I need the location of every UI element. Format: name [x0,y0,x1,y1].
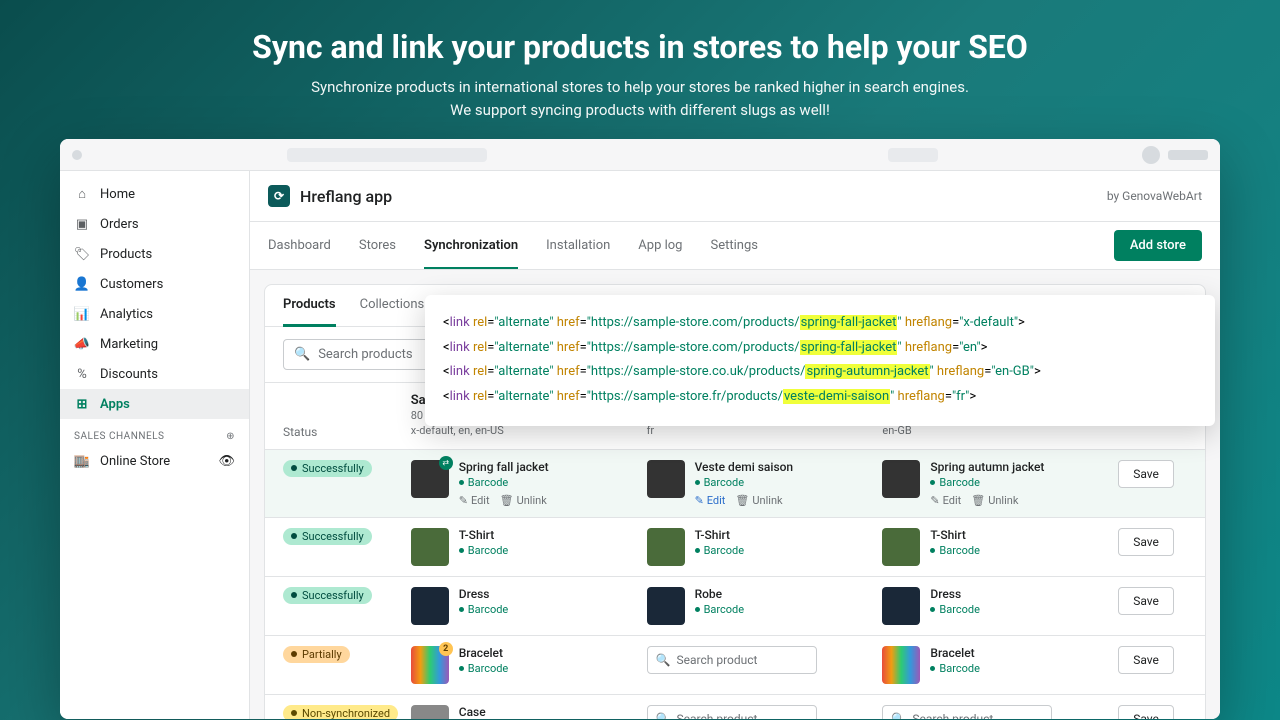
orders-icon: ▣ [74,216,90,232]
sidebar-item-home[interactable]: ⌂Home [60,179,249,209]
browser-window: ⌂Home ▣Orders 🏷Products 👤Customers 📊Anal… [60,139,1220,719]
tab-synchronization[interactable]: Synchronization [424,224,518,269]
search-icon: 🔍 [294,347,310,362]
save-button[interactable]: Save [1118,705,1174,719]
hero-line1: Synchronize products in international st… [0,76,1280,99]
sidebar-item-marketing[interactable]: 📣Marketing [60,329,249,359]
table-row: Partially 2BraceletBarcode 🔍Search produ… [265,635,1205,694]
status-badge: Successfully [283,460,372,477]
search-icon: 🔍 [656,712,671,719]
add-store-button[interactable]: Add store [1114,230,1202,261]
app-logo-icon: ⟳ [268,185,290,207]
unlink-button[interactable]: 🗑 Unlink [971,494,1018,507]
save-button[interactable]: Save [1118,460,1174,488]
search-icon: 🔍 [891,712,906,719]
sidebar-item-discounts[interactable]: %Discounts [60,359,249,389]
search-product-input[interactable]: 🔍Search product [647,705,817,719]
table-row: Successfully T-ShirtBarcode T-ShirtBarco… [265,517,1205,576]
subtab-products[interactable]: Products [283,285,336,327]
code-snippet-overlay: <link rel="alternate" href="https://samp… [425,295,1215,426]
placeholder [888,148,938,162]
tab-dashboard[interactable]: Dashboard [268,224,331,267]
main-content: ⟳ Hreflang app by GenovaWebArt Dashboard… [250,171,1220,719]
status-badge: Successfully [283,587,372,604]
sidebar-item-products[interactable]: 🏷Products [60,239,249,269]
megaphone-icon: 📣 [74,336,90,352]
sidebar-item-apps[interactable]: ⊞Apps [60,389,249,419]
product-thumb: ⇄ [411,460,449,498]
store-icon: 🏬 [74,453,90,469]
table-row: Successfully ⇄Spring fall jacketBarcode✎… [265,449,1205,517]
hero-line2: We support syncing products with differe… [0,99,1280,122]
product-thumb [647,460,685,498]
tab-applog[interactable]: App log [638,224,682,267]
sidebar-item-online-store[interactable]: 🏬Online Store👁 [60,446,249,476]
edit-button[interactable]: ✎ Edit [459,494,490,507]
tab-installation[interactable]: Installation [546,224,610,267]
search-product-input[interactable]: 🔍Search product [882,705,1052,719]
sidebar-item-orders[interactable]: ▣Orders [60,209,249,239]
table-row: Successfully DressBarcode RobeBarcode Dr… [265,576,1205,635]
sync-icon: ⇄ [439,456,453,470]
plus-icon[interactable]: ⊕ [226,431,235,442]
product-thumb [882,460,920,498]
save-button[interactable]: Save [1118,587,1174,615]
status-header: Status [283,425,411,439]
edit-button[interactable]: ✎ Edit [930,494,961,507]
sync-panel: Products Collections 🔍 Search products <… [264,284,1206,719]
sidebar-section: SALES CHANNELS⊕ [60,419,249,446]
status-badge: Non-synchronized [283,705,398,719]
save-button[interactable]: Save [1118,528,1174,556]
unlink-button[interactable]: 🗑 Unlink [735,494,782,507]
warning-badge: 2 [439,642,453,656]
app-title: Hreflang app [300,187,392,206]
avatar-placeholder [1142,146,1160,164]
home-icon: ⌂ [74,186,90,202]
sidebar: ⌂Home ▣Orders 🏷Products 👤Customers 📊Anal… [60,171,250,719]
chart-icon: 📊 [74,306,90,322]
subtab-collections[interactable]: Collections [360,285,425,326]
window-dot [72,150,82,160]
main-tabs: Dashboard Stores Synchronization Install… [250,222,1220,270]
status-badge: Partially [283,646,350,663]
sidebar-item-analytics[interactable]: 📊Analytics [60,299,249,329]
tag-icon: 🏷 [74,246,90,262]
placeholder [1168,150,1208,160]
edit-button[interactable]: ✎ Edit [695,494,726,507]
save-button[interactable]: Save [1118,646,1174,674]
search-product-input[interactable]: 🔍Search product [647,646,817,674]
tab-settings[interactable]: Settings [710,224,757,267]
hero-title: Sync and link your products in stores to… [0,28,1280,66]
app-author: by GenovaWebArt [1107,189,1202,203]
apps-icon: ⊞ [74,396,90,412]
table-row: Non-synchronized Case 🔍Search product 🔍S… [265,694,1205,719]
unlink-button[interactable]: 🗑 Unlink [500,494,547,507]
user-icon: 👤 [74,276,90,292]
browser-chrome [60,139,1220,171]
app-header: ⟳ Hreflang app by GenovaWebArt [250,171,1220,222]
url-bar-placeholder [287,148,487,162]
tab-stores[interactable]: Stores [359,224,396,267]
eye-icon[interactable]: 👁 [218,454,235,469]
percent-icon: % [74,366,90,382]
sidebar-item-customers[interactable]: 👤Customers [60,269,249,299]
search-icon: 🔍 [656,653,671,667]
status-badge: Successfully [283,528,372,545]
